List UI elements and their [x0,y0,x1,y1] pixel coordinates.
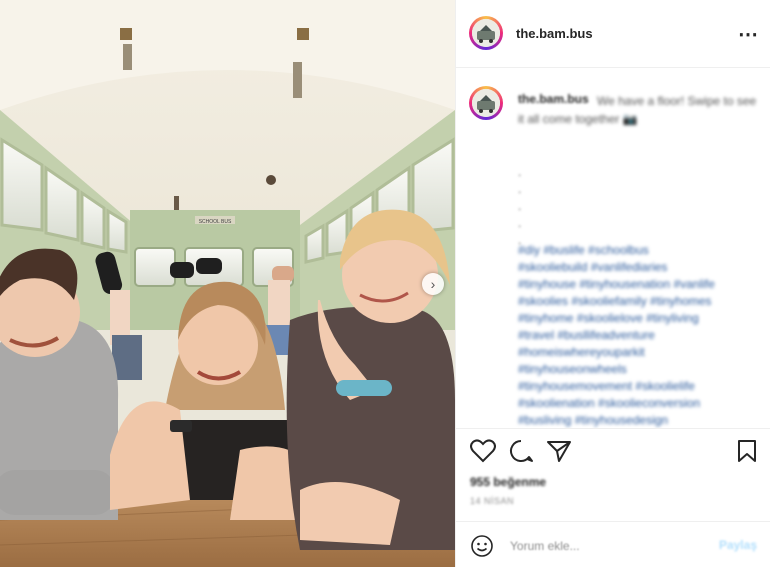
bookmark-icon[interactable] [736,439,758,463]
ellipsis-icon[interactable]: ⋯ [738,22,759,47]
hashtag-line[interactable]: #homeiswhereyouparkit [518,344,763,361]
hashtag-line[interactable]: #busliving #tinyhousedesign [518,412,763,428]
hashtag-line[interactable]: #skoolienation #skoolieconversion [518,395,763,412]
comment-input[interactable] [508,534,712,558]
emoji-icon[interactable] [470,534,494,558]
caption-username[interactable]: the.bam.bus [518,92,589,106]
hashtag-line[interactable]: #tinyhome #skoolielove #tinyliving [518,310,763,327]
hashtag-line[interactable]: #skoolies #skooliefamily #tinyhomes [518,293,763,310]
heart-icon[interactable] [470,439,496,463]
dot-line: . [518,216,522,230]
caption-dots: . . . . . [518,164,521,249]
post-photo: SCHOOL BUS › [0,0,455,567]
comment-composer: Paylaş [456,521,770,569]
post-comment-button[interactable]: Paylaş [719,538,757,552]
dot-line: . [518,165,522,179]
bus-sign-text: SCHOOL BUS [199,219,232,225]
dot-line: . [518,199,522,213]
hashtag-line[interactable]: #tinyhousemovement #skoolielife [518,378,763,395]
hashtag-line[interactable]: #diy #buslife #schoolbus [518,242,763,259]
hashtag-line[interactable]: #tinyhouseonwheels [518,361,763,378]
action-bar: 955 beğenme 14 NİSAN Paylaş [456,428,770,568]
comment-icon[interactable] [508,439,534,463]
avatar[interactable] [469,16,503,50]
chevron-right-icon[interactable]: › [422,273,444,295]
caption-avatar[interactable] [469,86,503,120]
post-header: the.bam.bus ⋯ [456,0,770,68]
post-side-panel: the.bam.bus ⋯ We have a floor! Swipe to … [455,0,770,567]
hashtag-list: #diy #buslife #schoolbus #skooliebuild #… [518,242,763,428]
bus-interior-photo: SCHOOL BUS [0,0,455,567]
hashtag-line[interactable]: #tinyhouse #tinyhousenation #vanlife [518,276,763,293]
dot-line: . [518,182,522,196]
hashtag-line[interactable]: #skooliebuild #vanlifediaries [518,259,763,276]
hashtag-line[interactable]: #travel #busllifeadventure [518,327,763,344]
caption-section: We have a floor! Swipe to see it all com… [456,68,770,428]
likes-count[interactable]: 955 beğenme [470,475,546,489]
header-username[interactable]: the.bam.bus [516,26,593,41]
post-timestamp: 14 NİSAN [470,496,515,506]
share-icon[interactable] [546,439,572,463]
